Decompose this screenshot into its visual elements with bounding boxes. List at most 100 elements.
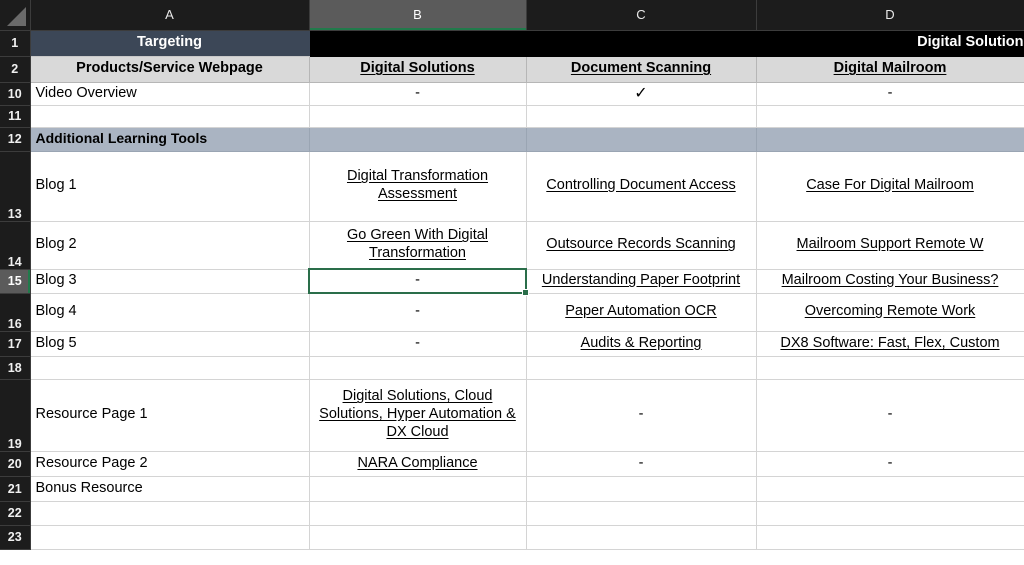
link-paper-automation-ocr[interactable]: Paper Automation OCR [565, 303, 717, 319]
link-dx8-software[interactable]: DX8 Software: Fast, Flex, Custom [780, 335, 999, 351]
cell-b18[interactable] [309, 356, 527, 380]
cell-d19[interactable]: - [756, 379, 1024, 452]
table-row[interactable]: 2 Products/Service Webpage Digital Solut… [0, 56, 1024, 83]
link-digital-mailroom[interactable]: Digital Mailroom [834, 60, 947, 76]
link-overcoming-remote-work[interactable]: Overcoming Remote Work [805, 303, 976, 319]
cell-a17[interactable]: Blog 5 [30, 331, 310, 357]
cell-b1-merged[interactable]: Digital Solution [309, 30, 1024, 57]
cell-c10-checkmark-icon[interactable]: ✓ [526, 82, 757, 106]
row-header-17[interactable]: 17 [0, 331, 31, 357]
row-header-1[interactable]: 1 [0, 30, 31, 57]
cell-a21[interactable]: Bonus Resource [30, 476, 310, 502]
cell-b2[interactable]: Digital Solutions [309, 56, 527, 83]
cell-c12[interactable] [526, 127, 757, 152]
cell-c20[interactable]: - [526, 451, 757, 477]
link-nara-compliance[interactable]: NARA Compliance [357, 455, 477, 471]
cell-d15[interactable]: Mailroom Costing Your Business? [756, 269, 1024, 294]
cell-b12[interactable] [309, 127, 527, 152]
cell-d11[interactable] [756, 105, 1024, 128]
column-header-d[interactable]: D [756, 0, 1024, 31]
cell-c2[interactable]: Document Scanning [526, 56, 757, 83]
cell-a20[interactable]: Resource Page 2 [30, 451, 310, 477]
link-go-green-with-digital-transformation[interactable]: Go Green With Digital Transformation [347, 227, 488, 261]
table-row[interactable]: 14 Blog 2 Go Green With Digital Transfor… [0, 221, 1024, 270]
cell-d16[interactable]: Overcoming Remote Work [756, 293, 1024, 332]
row-header-10[interactable]: 10 [0, 82, 31, 106]
cell-b19[interactable]: Digital Solutions, Cloud Solutions, Hype… [309, 379, 527, 452]
link-outsource-records-scanning[interactable]: Outsource Records Scanning [546, 236, 735, 252]
cell-d12[interactable] [756, 127, 1024, 152]
cell-c11[interactable] [526, 105, 757, 128]
cell-d18[interactable] [756, 356, 1024, 380]
cell-c19[interactable]: - [526, 379, 757, 452]
table-row[interactable]: 12 Additional Learning Tools [0, 127, 1024, 152]
cell-d13[interactable]: Case For Digital Mailroom [756, 151, 1024, 222]
cell-a23[interactable] [30, 525, 310, 550]
cell-c16[interactable]: Paper Automation OCR [526, 293, 757, 332]
cell-d10[interactable]: - [756, 82, 1024, 106]
column-header-c[interactable]: C [526, 0, 757, 31]
table-row[interactable]: 13 Blog 1 Digital Transformation Assessm… [0, 151, 1024, 222]
cell-b17[interactable]: - [309, 331, 527, 357]
row-header-15[interactable]: 15 [0, 269, 31, 294]
row-header-18[interactable]: 18 [0, 356, 31, 380]
table-row[interactable]: 15 Blog 3 - Understanding Paper Footprin… [0, 269, 1024, 294]
row-header-23[interactable]: 23 [0, 525, 31, 550]
worksheet-table[interactable]: A B C D 1 Targeting Digital Solution 2 P… [0, 0, 1024, 550]
row-header-22[interactable]: 22 [0, 501, 31, 526]
cell-c15[interactable]: Understanding Paper Footprint [526, 269, 757, 294]
row-header-16[interactable]: 16 [0, 293, 31, 332]
table-row[interactable]: 18 [0, 356, 1024, 380]
link-mailroom-costing-your-business[interactable]: Mailroom Costing Your Business? [782, 272, 999, 288]
cell-a19[interactable]: Resource Page 1 [30, 379, 310, 452]
row-header-21[interactable]: 21 [0, 476, 31, 502]
cell-b21[interactable] [309, 476, 527, 502]
cell-d20[interactable]: - [756, 451, 1024, 477]
row-header-13[interactable]: 13 [0, 151, 31, 222]
link-understanding-paper-footprint[interactable]: Understanding Paper Footprint [542, 272, 740, 288]
table-row[interactable]: 10 Video Overview - ✓ - [0, 82, 1024, 106]
cell-b16[interactable]: - [309, 293, 527, 332]
cell-c18[interactable] [526, 356, 757, 380]
link-audits-and-reporting[interactable]: Audits & Reporting [581, 335, 702, 351]
link-controlling-document-access[interactable]: Controlling Document Access [546, 177, 735, 193]
table-row[interactable]: 16 Blog 4 - Paper Automation OCR Overcom… [0, 293, 1024, 332]
cell-a22[interactable] [30, 501, 310, 526]
cell-b20[interactable]: NARA Compliance [309, 451, 527, 477]
cell-b13[interactable]: Digital Transformation Assessment [309, 151, 527, 222]
link-digital-transformation-assessment[interactable]: Digital Transformation Assessment [347, 168, 488, 202]
table-row[interactable]: 11 [0, 105, 1024, 128]
table-row[interactable]: 1 Targeting Digital Solution [0, 30, 1024, 57]
cell-c17[interactable]: Audits & Reporting [526, 331, 757, 357]
table-row[interactable]: 19 Resource Page 1 Digital Solutions, Cl… [0, 379, 1024, 452]
cell-a13[interactable]: Blog 1 [30, 151, 310, 222]
row-header-2[interactable]: 2 [0, 56, 31, 83]
spreadsheet-grid[interactable]: A B C D 1 Targeting Digital Solution 2 P… [0, 0, 1024, 565]
cell-b23[interactable] [309, 525, 527, 550]
column-header-b[interactable]: B [309, 0, 527, 31]
cell-a14[interactable]: Blog 2 [30, 221, 310, 270]
cell-a12[interactable]: Additional Learning Tools [30, 127, 310, 152]
cell-a11[interactable] [30, 105, 310, 128]
cell-d14[interactable]: Mailroom Support Remote W [756, 221, 1024, 270]
cell-a10[interactable]: Video Overview [30, 82, 310, 106]
row-header-14[interactable]: 14 [0, 221, 31, 270]
cell-b11[interactable] [309, 105, 527, 128]
cell-c23[interactable] [526, 525, 757, 550]
table-row[interactable]: 20 Resource Page 2 NARA Compliance - - [0, 451, 1024, 477]
select-all-corner[interactable] [0, 0, 31, 31]
cell-a1[interactable]: Targeting [30, 30, 310, 57]
cell-b14[interactable]: Go Green With Digital Transformation [309, 221, 527, 270]
row-header-11[interactable]: 11 [0, 105, 31, 128]
link-digital-solutions[interactable]: Digital Solutions [360, 60, 474, 76]
cell-b22[interactable] [309, 501, 527, 526]
cell-c14[interactable]: Outsource Records Scanning [526, 221, 757, 270]
cell-d2[interactable]: Digital Mailroom [756, 56, 1024, 83]
cell-a16[interactable]: Blog 4 [30, 293, 310, 332]
cell-c22[interactable] [526, 501, 757, 526]
row-header-20[interactable]: 20 [0, 451, 31, 477]
cell-c21[interactable] [526, 476, 757, 502]
cell-b15-selected[interactable]: - [309, 269, 527, 294]
row-header-12[interactable]: 12 [0, 127, 31, 152]
cell-d21[interactable] [756, 476, 1024, 502]
